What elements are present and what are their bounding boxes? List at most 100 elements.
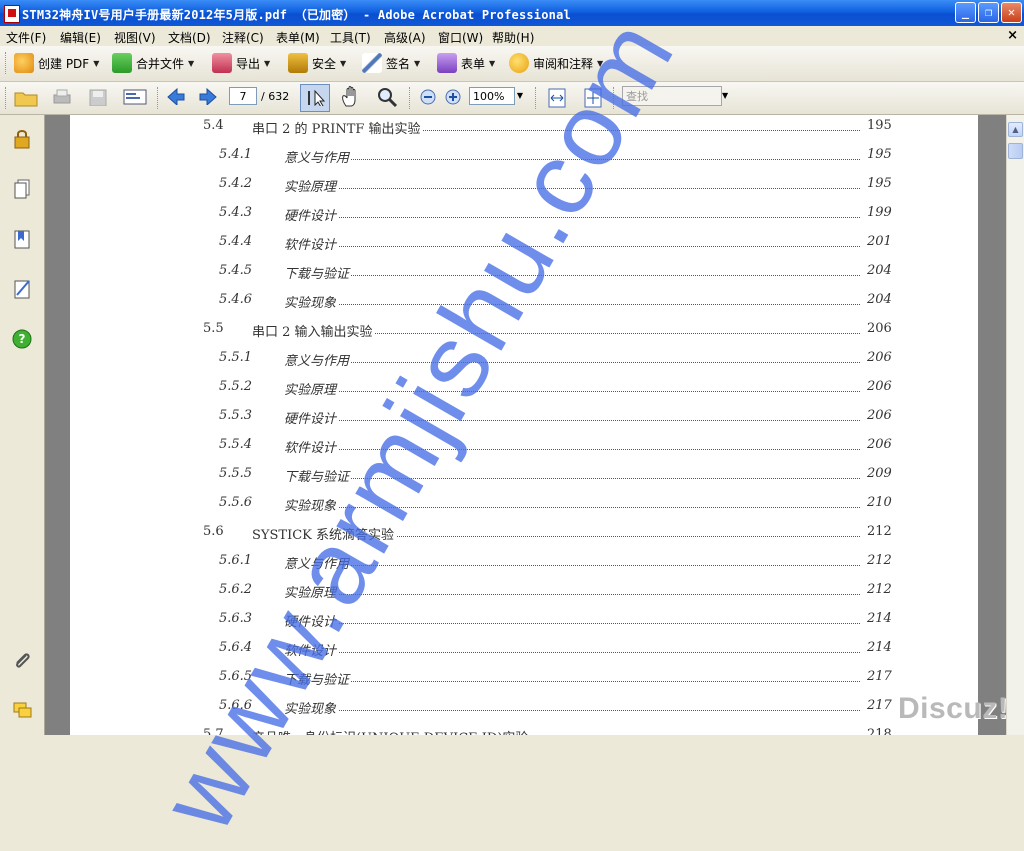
toc-title: 硬件设计	[284, 408, 339, 427]
toc-page-number: 214	[867, 611, 892, 626]
toc-row[interactable]: 5.6.1 意义与作用 212	[70, 551, 978, 572]
toc-page-number: 195	[867, 118, 892, 133]
zoom-in-icon[interactable]	[443, 88, 463, 106]
combine-files-button[interactable]: 合并文件 ▼	[112, 53, 194, 73]
document-close-icon[interactable]: ×	[1007, 28, 1018, 43]
create-pdf-button[interactable]: 创建 PDF ▼	[14, 53, 99, 73]
menu-comments[interactable]: 注释(C)	[222, 29, 264, 46]
toc-leader-dots	[290, 652, 860, 653]
security-button[interactable]: 安全 ▼	[288, 53, 346, 73]
toc-page-number: 212	[867, 553, 892, 568]
select-cursor-icon[interactable]	[306, 88, 326, 106]
pages-panel-icon[interactable]	[12, 178, 32, 200]
toc-page-number: 209	[867, 466, 892, 481]
toc-number: 5.4.4	[219, 234, 253, 249]
toc-row[interactable]: 5.5.3 硬件设计 206	[70, 406, 978, 427]
help-icon[interactable]: ?	[12, 328, 32, 350]
restore-button[interactable]: ❐	[978, 2, 999, 23]
zoom-tool-icon[interactable]	[376, 86, 400, 108]
email-icon[interactable]	[122, 87, 148, 107]
security-settings-icon[interactable]	[12, 128, 32, 150]
toc-row[interactable]: 5.6 SYSTICK 系统滴答实验 212	[70, 522, 978, 543]
toc-page-number: 206	[867, 321, 892, 336]
attachments-icon[interactable]	[12, 650, 32, 672]
toc-number: 5.5.1	[219, 350, 253, 365]
forms-button[interactable]: 表单 ▼	[437, 53, 495, 73]
menu-file[interactable]: 文件(F)	[6, 29, 46, 46]
toc-row[interactable]: 5.6.2 实验原理 212	[70, 580, 978, 601]
menu-window[interactable]: 窗口(W)	[438, 29, 483, 46]
toc-page-number: 212	[867, 582, 892, 597]
toc-number: 5.4.5	[219, 263, 253, 278]
toc-page-number: 206	[867, 350, 892, 365]
discuz-logo: Discuz!	[898, 692, 1009, 725]
minimize-button[interactable]: _	[955, 2, 976, 23]
scroll-up-icon[interactable]: ▲	[1008, 122, 1023, 137]
page-total: / 632	[261, 90, 290, 103]
toolbar-divider	[157, 87, 161, 109]
toolbar-grip[interactable]	[5, 87, 9, 109]
menu-document[interactable]: 文档(D)	[168, 29, 211, 46]
sign-button[interactable]: 签名 ▼	[362, 53, 420, 73]
toc-title: 意义与作用	[284, 350, 352, 369]
hand-tool-icon[interactable]	[340, 86, 362, 108]
vertical-scrollbar[interactable]: ▲	[1006, 115, 1024, 735]
toc-row[interactable]: 5.6.3 硬件设计 214	[70, 609, 978, 630]
toc-number: 5.5.6	[219, 495, 253, 510]
security-label: 安全	[312, 56, 337, 71]
open-folder-icon[interactable]	[14, 88, 40, 108]
combine-files-label: 合并文件	[136, 56, 185, 71]
toc-row[interactable]: 5.6.4 软件设计 214	[70, 638, 978, 659]
next-page-icon[interactable]	[198, 87, 218, 105]
acrobat-app-icon[interactable]	[4, 5, 20, 23]
dropdown-arrow-icon: ▼	[264, 58, 271, 68]
toolbar-divider	[409, 87, 413, 109]
toc-number: 5.4.2	[219, 176, 253, 191]
toc-title: 实验原理	[284, 176, 339, 195]
zoom-level-input[interactable]: 100%	[469, 87, 515, 105]
dropdown-arrow-icon: ▼	[414, 58, 421, 68]
menu-tools[interactable]: 工具(T)	[330, 29, 371, 46]
pen-icon	[362, 53, 382, 73]
dropdown-arrow-icon: ▼	[188, 58, 195, 68]
menu-edit[interactable]: 编辑(E)	[60, 29, 101, 46]
bookmarks-panel-icon[interactable]	[12, 228, 32, 250]
zoom-dropdown-icon[interactable]: ▼	[514, 87, 526, 105]
toc-title: 软件设计	[284, 234, 339, 253]
toc-number: 5.4.1	[219, 147, 253, 162]
zoom-out-icon[interactable]	[418, 88, 438, 106]
signatures-panel-icon[interactable]	[12, 278, 32, 300]
menu-help[interactable]: 帮助(H)	[492, 29, 534, 46]
export-button[interactable]: 导出 ▼	[212, 53, 270, 73]
title-bar: STM32神舟IV号用户手册最新2012年5月版.pdf （已加密） - Ado…	[0, 0, 1024, 26]
menu-bar: 文件(F) 编辑(E) 视图(V) 文档(D) 注释(C) 表单(M) 工具(T…	[0, 26, 1024, 46]
toc-title: 串口 2 输入输出实验	[252, 321, 375, 340]
toc-row[interactable]: 5.5.5 下载与验证 209	[70, 464, 978, 485]
toc-row[interactable]: 5.5.4 软件设计 206	[70, 435, 978, 456]
navigation-panel: ?	[0, 115, 45, 735]
toc-number: 5.6	[203, 524, 224, 539]
previous-page-icon[interactable]	[166, 87, 186, 105]
toc-row[interactable]: 5.5.2 实验原理 206	[70, 377, 978, 398]
close-button[interactable]: ✕	[1001, 2, 1022, 23]
dropdown-arrow-icon: ▼	[489, 58, 496, 68]
menu-view[interactable]: 视图(V)	[114, 29, 156, 46]
page-number-input[interactable]: 7	[229, 87, 257, 105]
toc-number: 5.5	[203, 321, 224, 336]
toc-title: 实验现象	[284, 292, 339, 311]
sign-label: 签名	[386, 56, 411, 71]
toc-leader-dots	[290, 710, 860, 711]
comments-panel-icon[interactable]	[12, 700, 32, 722]
toc-page-number: 206	[867, 408, 892, 423]
toc-page-number: 218	[867, 727, 892, 735]
scroll-thumb[interactable]	[1008, 143, 1023, 159]
toolbar-grip[interactable]	[5, 52, 9, 74]
save-icon[interactable]	[88, 88, 108, 106]
search-dropdown-icon[interactable]: ▼	[722, 86, 732, 106]
print-icon[interactable]	[52, 88, 72, 106]
toc-number: 5.4.3	[219, 205, 253, 220]
toc-row[interactable]: 5.5.6 实验现象 210	[70, 493, 978, 514]
menu-forms[interactable]: 表单(M)	[276, 29, 320, 46]
menu-advanced[interactable]: 高级(A)	[384, 29, 426, 46]
svg-text:?: ?	[19, 332, 26, 346]
